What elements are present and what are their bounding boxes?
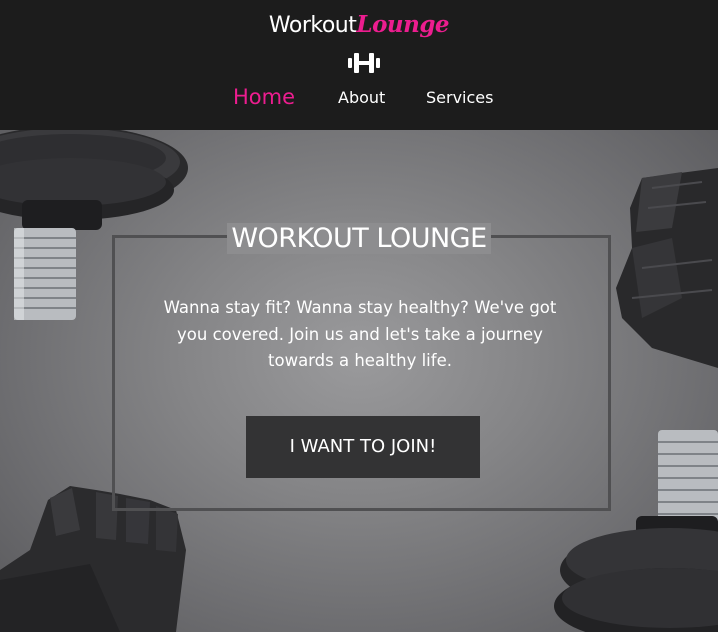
nav-services[interactable]: Services	[426, 88, 493, 107]
hero-description: Wanna stay fit? Wanna stay healthy? We'v…	[163, 298, 557, 370]
brand-logo[interactable]: WorkoutLounge	[0, 11, 718, 38]
hero-title: WORKOUT LOUNGE	[0, 223, 718, 254]
nav-about[interactable]: About	[338, 88, 385, 107]
brand-accent: Lounge	[356, 11, 450, 38]
main-nav: Home About Services	[0, 85, 718, 120]
brand-name: Workout	[268, 13, 357, 38]
glove-top-right	[616, 168, 718, 368]
nav-home[interactable]: Home	[233, 85, 295, 109]
join-button[interactable]: I WANT TO JOIN!	[246, 416, 480, 478]
site-header: WorkoutLounge Home About Services	[0, 0, 718, 130]
dumbbell-icon	[348, 53, 380, 73]
hero-title-text: WORKOUT LOUNGE	[227, 223, 491, 254]
hero-section: WORKOUT LOUNGE Wanna stay fit? Wanna sta…	[0, 130, 718, 632]
